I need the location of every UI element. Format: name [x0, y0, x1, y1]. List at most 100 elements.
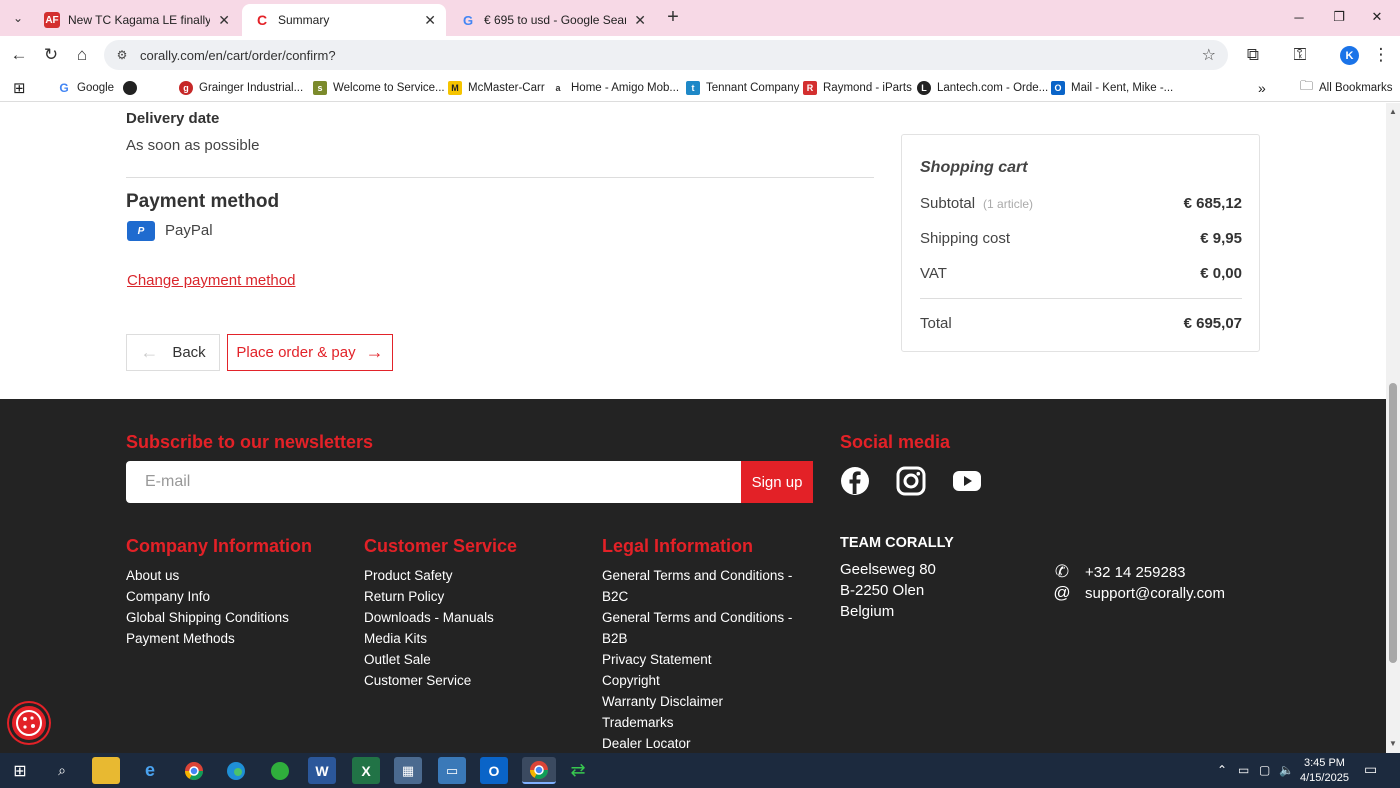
- footer-link[interactable]: Dealer Locator: [602, 733, 792, 753]
- tab-google-search[interactable]: G € 695 to usd - Google Search ✕: [448, 4, 656, 36]
- password-key-icon[interactable]: ⚿: [1287, 42, 1313, 68]
- close-tab-icon[interactable]: ✕: [634, 12, 646, 29]
- bookmark-mail[interactable]: O Mail - Kent, Mike -...: [1051, 79, 1173, 97]
- footer-link[interactable]: General Terms and Conditions -: [602, 607, 792, 628]
- tab-summary[interactable]: C Summary ✕: [242, 4, 446, 36]
- back-button[interactable]: ← Back: [126, 334, 220, 371]
- scroll-down-arrow-icon[interactable]: ▼: [1389, 739, 1397, 748]
- url-text[interactable]: corally.com/en/cart/order/confirm?: [140, 48, 1202, 63]
- youtube-icon[interactable]: [952, 466, 982, 496]
- bookmark-grainger[interactable]: g Grainger Industrial...: [179, 79, 303, 97]
- excel-icon[interactable]: X: [352, 757, 380, 784]
- footer-link[interactable]: Customer Service: [364, 670, 494, 691]
- close-tab-icon[interactable]: ✕: [218, 12, 230, 29]
- chrome-icon[interactable]: [180, 757, 208, 784]
- tab-search-icon[interactable]: ⌄: [6, 6, 30, 30]
- back-arrow-icon[interactable]: ←: [6, 42, 32, 68]
- bookmark-google[interactable]: G Google: [57, 79, 114, 97]
- raymond-icon: R: [803, 81, 817, 95]
- menu-kebab-icon[interactable]: ⋮: [1368, 42, 1394, 68]
- file-explorer-icon[interactable]: [92, 757, 120, 784]
- more-bookmarks-chevron-icon[interactable]: »: [1258, 79, 1266, 97]
- new-tab-button[interactable]: +: [662, 6, 684, 28]
- phone-contact[interactable]: ✆ +32 14 259283: [1052, 562, 1186, 582]
- extensions-icon[interactable]: ⧉: [1240, 42, 1266, 68]
- tab-kagama[interactable]: AF New TC Kagama LE finally drop ✕: [32, 4, 240, 36]
- service-icon: s: [313, 81, 327, 95]
- footer-link[interactable]: Payment Methods: [126, 628, 289, 649]
- home-icon[interactable]: ⌂: [69, 42, 95, 68]
- subtotal-label: Subtotal: [920, 195, 976, 212]
- footer-link[interactable]: Warranty Disclaimer: [602, 691, 792, 712]
- network-icon[interactable]: ▭: [1238, 763, 1249, 777]
- bookmark-label: Grainger Industrial...: [199, 82, 304, 94]
- facebook-icon[interactable]: [840, 466, 870, 496]
- bookmark-star-icon[interactable]: ☆: [1202, 45, 1216, 65]
- sync-arrows-icon[interactable]: ⇄: [564, 757, 592, 784]
- monitor-icon[interactable]: ▢: [1259, 763, 1270, 777]
- outlook-taskbar-icon[interactable]: O: [480, 757, 508, 784]
- chrome-active-icon[interactable]: [522, 757, 556, 784]
- footer-link[interactable]: Global Shipping Conditions: [126, 607, 289, 628]
- footer-link[interactable]: General Terms and Conditions -: [602, 565, 792, 586]
- site-info-icon[interactable]: ⚙: [112, 48, 132, 62]
- cart-title: Shopping cart: [920, 159, 1028, 176]
- footer-link[interactable]: Company Info: [126, 586, 289, 607]
- notifications-icon[interactable]: ▭: [1364, 761, 1377, 778]
- footer-link[interactable]: Privacy Statement: [602, 649, 792, 670]
- address-bar[interactable]: ⚙ corally.com/en/cart/order/confirm? ☆: [104, 40, 1228, 70]
- page-scrollbar[interactable]: ▲ ▼: [1386, 103, 1400, 753]
- footer-link[interactable]: Downloads - Manuals: [364, 607, 494, 628]
- bookmark-raymond[interactable]: R Raymond - iParts: [803, 79, 912, 97]
- signup-button[interactable]: Sign up: [741, 461, 813, 503]
- footer-link[interactable]: Media Kits: [364, 628, 494, 649]
- amigo-icon: a: [551, 81, 565, 95]
- instagram-icon[interactable]: [896, 466, 926, 496]
- internet-explorer-icon[interactable]: e: [136, 757, 164, 784]
- footer-link[interactable]: Trademarks: [602, 712, 792, 733]
- footer-link[interactable]: Copyright: [602, 670, 792, 691]
- legal-links: General Terms and Conditions - B2C Gener…: [602, 565, 792, 753]
- cart-divider: [920, 298, 1242, 299]
- windows-start-icon[interactable]: ⊞: [6, 757, 34, 784]
- volume-icon[interactable]: 🔈: [1279, 763, 1294, 777]
- word-icon[interactable]: W: [308, 757, 336, 784]
- place-order-button[interactable]: Place order & pay →: [227, 334, 393, 371]
- address-line: B-2250 Olen: [840, 582, 925, 599]
- taskbar-clock[interactable]: 3:45 PM 4/15/2025: [1300, 756, 1349, 786]
- bookmark-amigo[interactable]: a Home - Amigo Mob...: [551, 79, 679, 97]
- search-icon[interactable]: ⌕: [48, 757, 76, 784]
- company-info-heading: Company Information: [126, 536, 313, 556]
- bookmark-mcmaster[interactable]: M McMaster-Carr: [448, 79, 545, 97]
- footer-link[interactable]: B2B: [602, 628, 792, 649]
- cookie-settings-icon[interactable]: [9, 703, 49, 743]
- newsletter-email-input[interactable]: E-mail: [126, 461, 741, 503]
- all-bookmarks[interactable]: 🗀 All Bookmarks: [1300, 78, 1393, 97]
- profile-avatar[interactable]: K: [1340, 46, 1359, 65]
- reload-icon[interactable]: ↻: [38, 42, 64, 68]
- bookmark-globe[interactable]: [123, 79, 143, 97]
- tray-chevron-icon[interactable]: ⌃: [1217, 763, 1227, 777]
- footer-link[interactable]: About us: [126, 565, 289, 586]
- close-window-button[interactable]: ✕: [1354, 0, 1400, 34]
- change-payment-link[interactable]: Change payment method: [127, 272, 295, 289]
- close-tab-icon[interactable]: ✕: [424, 12, 436, 29]
- scroll-up-arrow-icon[interactable]: ▲: [1389, 107, 1397, 116]
- snipping-tool-icon[interactable]: ▭: [438, 757, 466, 784]
- legal-info-heading: Legal Information: [602, 536, 754, 556]
- bookmark-tennant[interactable]: t Tennant Company: [686, 79, 799, 97]
- all-bookmarks-label: All Bookmarks: [1319, 82, 1393, 94]
- apps-grid-icon[interactable]: ⊞: [13, 79, 26, 97]
- calculator-icon[interactable]: ▦: [394, 757, 422, 784]
- footer-link[interactable]: Product Safety: [364, 565, 494, 586]
- bookmark-service[interactable]: s Welcome to Service...: [313, 79, 445, 97]
- email-contact[interactable]: @ support@corally.com: [1052, 583, 1225, 603]
- footer-link[interactable]: B2C: [602, 586, 792, 607]
- app-green-icon[interactable]: [266, 757, 294, 784]
- footer-link[interactable]: Return Policy: [364, 586, 494, 607]
- at-sign-icon: @: [1053, 583, 1071, 602]
- edge-icon[interactable]: [222, 757, 250, 784]
- scroll-thumb[interactable]: [1389, 383, 1397, 663]
- footer-link[interactable]: Outlet Sale: [364, 649, 494, 670]
- bookmark-lantech[interactable]: L Lantech.com - Orde...: [917, 79, 1048, 97]
